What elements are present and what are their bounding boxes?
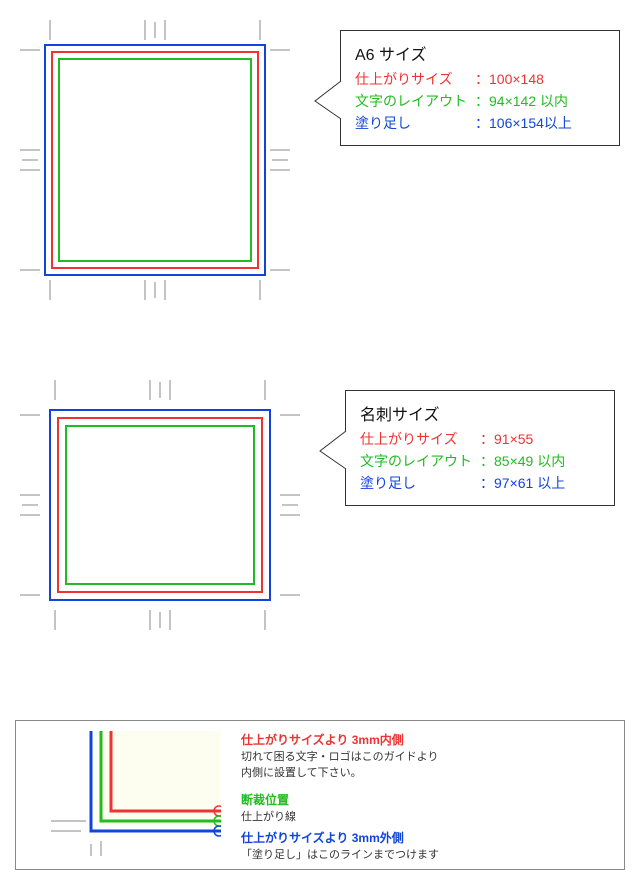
row-label: 仕上がりサイズ [360, 429, 480, 449]
callout-title: A6 サイズ [355, 41, 605, 65]
legend-desc: 内側に設置して下さい。 [241, 764, 438, 780]
callout-title: 名刺サイズ [360, 401, 600, 425]
legend-title: 仕上がりサイズより 3mm内側 [241, 731, 438, 748]
row-value: ：85×49 以内 [480, 451, 565, 471]
legend-title: 断裁位置 [241, 791, 296, 808]
legend-desc: 切れて困る文字・ロゴはこのガイドより [241, 748, 438, 764]
callout-pointer-icon [318, 431, 348, 471]
callout-pointer-icon [313, 81, 343, 121]
row-value: ：97×61 以上 [480, 473, 565, 493]
diagram-meishi [10, 370, 310, 640]
row-label: 文字のレイアウト [360, 451, 480, 471]
legend-desc: 「塗り足し」はこのラインまでつけます [241, 846, 439, 862]
row-label: 文字のレイアウト [355, 91, 475, 111]
row-value: ：106×154以上 [475, 113, 572, 133]
row-value: ：91×55 [480, 429, 533, 449]
callout-meishi: 名刺サイズ 仕上がりサイズ：91×55 文字のレイアウト：85×49 以内 塗り… [345, 390, 615, 506]
row-label: 塗り足し [355, 113, 475, 133]
row-value: ：100×148 [475, 69, 544, 89]
row-value: ：94×142 以内 [475, 91, 568, 111]
a6-svg [10, 10, 300, 310]
row-label: 塗り足し [360, 473, 480, 493]
legend-box: 仕上がりサイズより 3mm内側 切れて困る文字・ロゴはこのガイドより 内側に設置… [15, 720, 625, 870]
row-label: 仕上がりサイズ [355, 69, 475, 89]
diagram-a6 [10, 10, 300, 310]
legend-title: 仕上がりサイズより 3mm外側 [241, 829, 439, 846]
legend-desc: 仕上がり線 [241, 808, 296, 824]
callout-a6: A6 サイズ 仕上がりサイズ：100×148 文字のレイアウト：94×142 以… [340, 30, 620, 146]
legend-corner-svg [21, 726, 221, 856]
meishi-svg [10, 370, 310, 640]
